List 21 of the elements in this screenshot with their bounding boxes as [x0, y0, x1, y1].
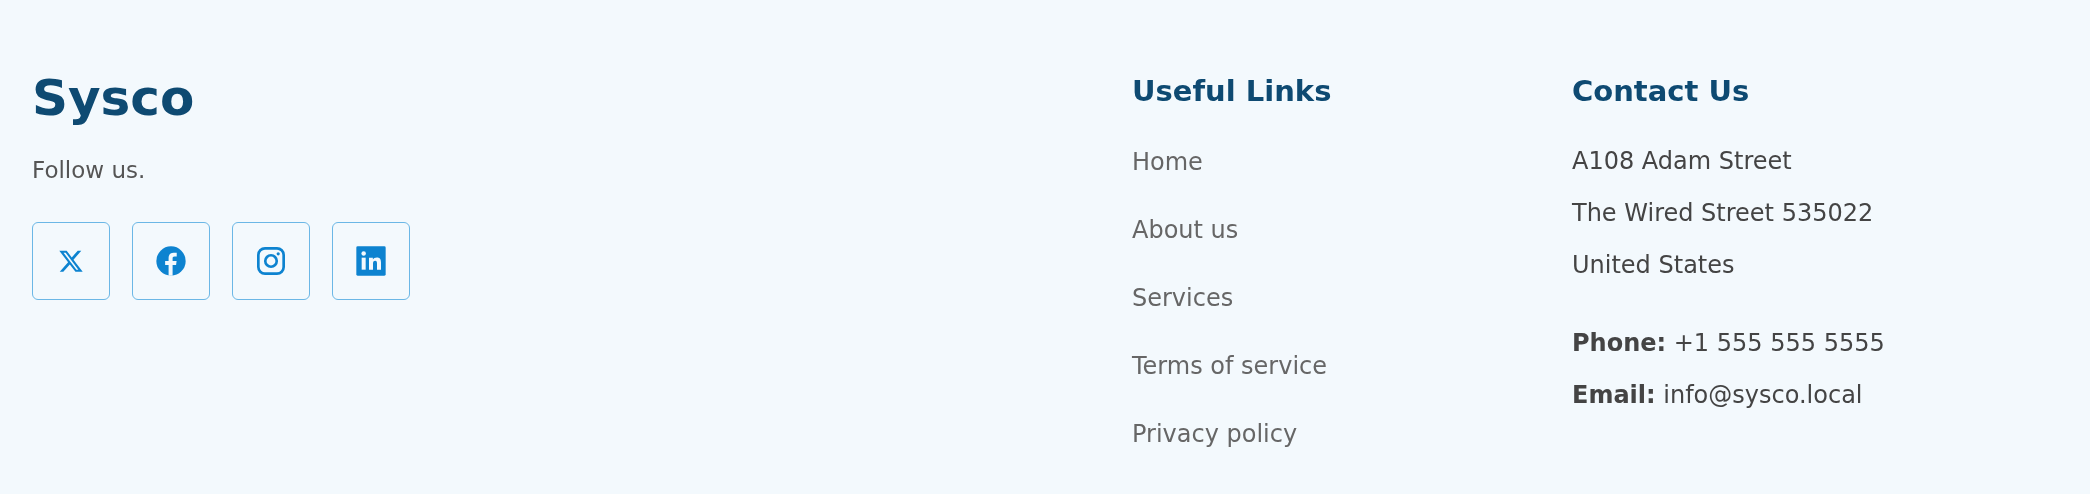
address-line: United States — [1572, 249, 1736, 281]
social-button[interactable] — [32, 221, 110, 300]
instagram-logo-icon — [255, 244, 287, 277]
footer-link[interactable]: Terms of service — [1132, 347, 1328, 385]
contact-detail: Phone: +1 555 555 5555 — [1572, 327, 1885, 359]
social-button[interactable] — [232, 221, 310, 300]
social-button[interactable] — [132, 221, 210, 300]
footer-link[interactable]: Home — [1132, 143, 1203, 181]
social-button[interactable] — [332, 221, 410, 300]
tagline: Follow us. — [32, 156, 146, 185]
contact-detail: Email: info@sysco.local — [1572, 379, 1864, 411]
footer-link[interactable]: Services — [1132, 279, 1234, 317]
logo[interactable]: Sysco — [32, 68, 195, 128]
footer-link[interactable]: About us — [1132, 211, 1239, 249]
column-heading: Useful Links — [1132, 73, 1332, 110]
footer-link[interactable]: Privacy policy — [1132, 415, 1298, 453]
facebook-logo-icon — [155, 244, 187, 277]
address-line: A108 Adam Street — [1572, 145, 1793, 177]
address-line: The Wired Street 535022 — [1572, 197, 1874, 229]
column-heading: Contact Us — [1572, 73, 1750, 110]
linkedin-logo-icon — [355, 244, 387, 277]
